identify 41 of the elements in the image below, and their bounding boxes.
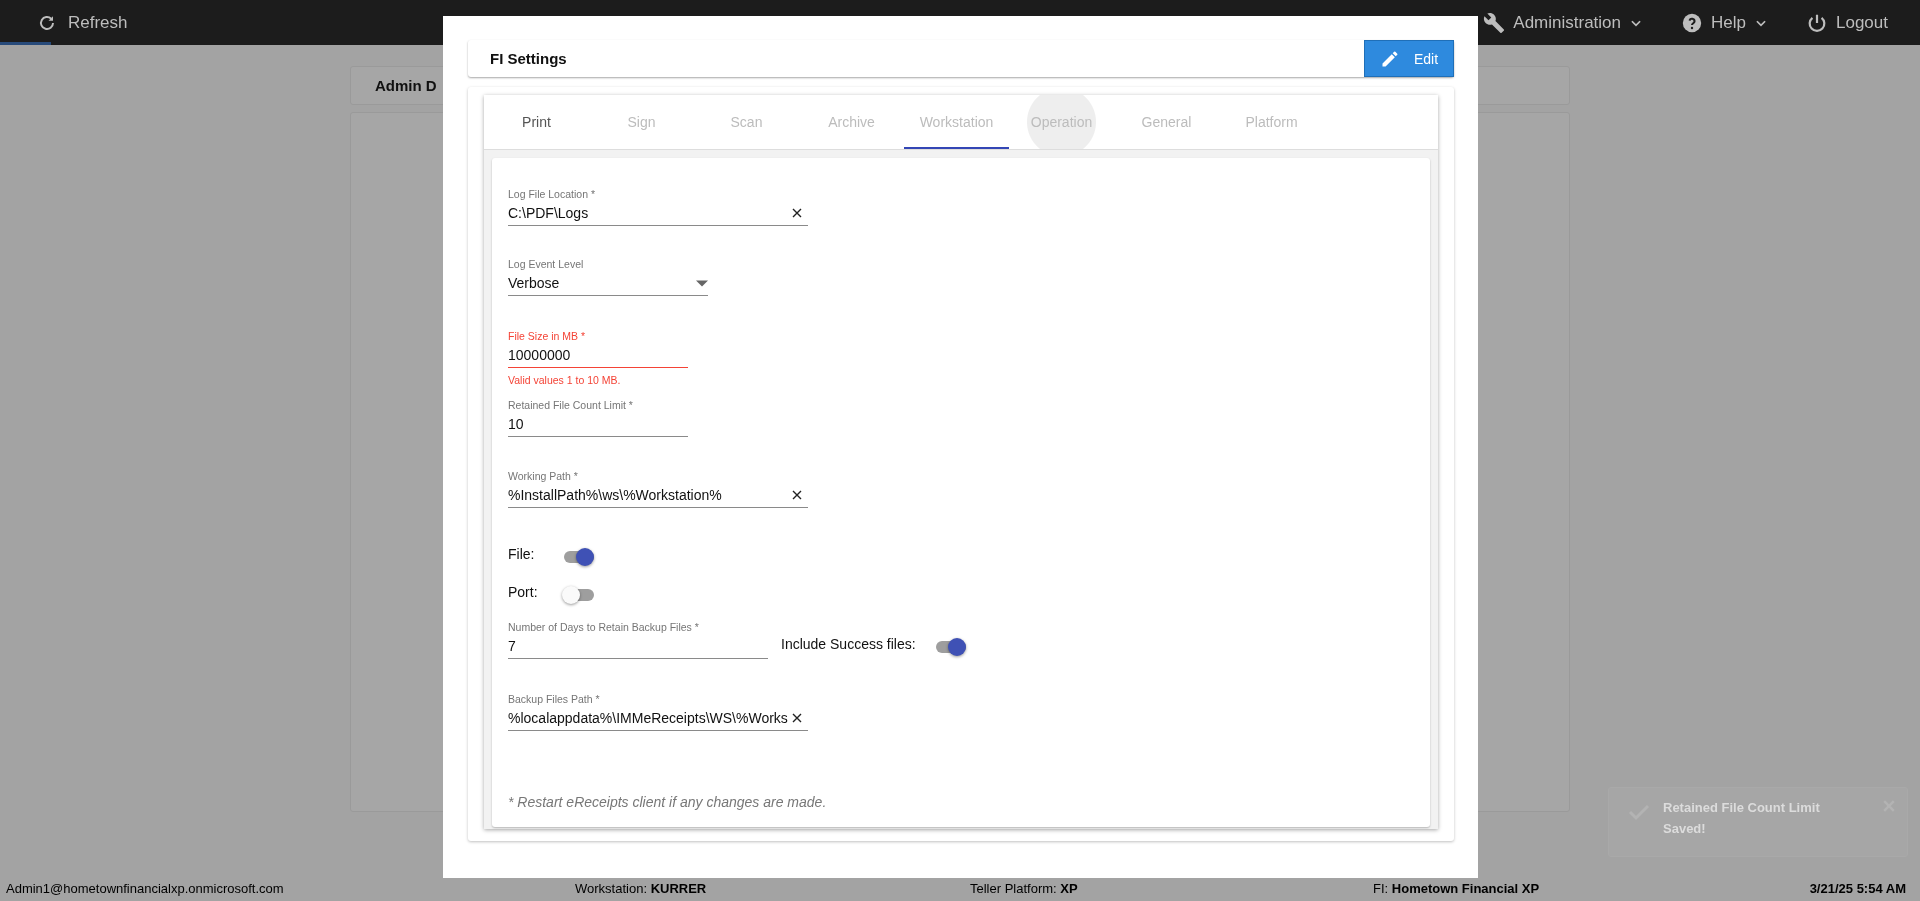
help-icon bbox=[1681, 11, 1704, 34]
tab[interactable]: Print bbox=[484, 95, 589, 149]
input-field[interactable]: 10000000 bbox=[508, 347, 688, 363]
field-label: File Size in MB * bbox=[508, 330, 587, 343]
menu-button[interactable]: Help bbox=[1677, 7, 1772, 38]
toggle-label: Port: bbox=[508, 584, 538, 600]
field-label: Log Event Level bbox=[508, 258, 585, 271]
status-item: Workstation: KURRER bbox=[575, 880, 708, 896]
refresh-button[interactable]: Refresh bbox=[32, 8, 134, 37]
wrench-icon bbox=[1483, 11, 1506, 34]
field-label: Number of Days to Retain Backup Files * bbox=[508, 621, 700, 634]
dialog-title: FI Settings bbox=[490, 50, 567, 67]
toggle-label: File: bbox=[508, 546, 535, 562]
input-field[interactable]: C:\PDF\Logs bbox=[508, 205, 790, 221]
toggle-switch[interactable] bbox=[935, 641, 966, 653]
field-label: Working Path * bbox=[508, 470, 579, 483]
edit-button[interactable]: Edit bbox=[1364, 40, 1454, 77]
clear-button[interactable] bbox=[790, 488, 804, 502]
toggle-switch[interactable] bbox=[564, 551, 594, 563]
toggle-label: Include Success files: bbox=[781, 636, 916, 652]
menu-button[interactable]: Administration bbox=[1479, 7, 1648, 38]
status-item: FI: Hometown Financial XP bbox=[1373, 880, 1541, 896]
input-field[interactable]: 7 bbox=[508, 638, 768, 654]
user-email: Admin1@hometownfinancialxp.onmicrosoft.com bbox=[6, 880, 285, 896]
menu-button[interactable]: Logout bbox=[1802, 7, 1892, 38]
error-message: Valid values 1 to 10 MB. bbox=[508, 374, 622, 386]
clear-button[interactable] bbox=[790, 206, 804, 220]
field-label: Log File Location * bbox=[508, 188, 596, 201]
input-field[interactable]: %localappdata%\IMMeReceipts\WS\%Works bbox=[508, 710, 790, 726]
input-field[interactable]: 10 bbox=[508, 416, 688, 432]
input-field[interactable]: %InstallPath%\ws\%Workstation% bbox=[508, 487, 790, 503]
clear-button[interactable] bbox=[790, 711, 804, 725]
field-label: Retained File Count Limit * bbox=[508, 399, 634, 412]
date-time: 3/21/25 5:54 AM bbox=[1809, 880, 1906, 896]
field-label: Backup Files Path * bbox=[508, 693, 601, 706]
toggle-switch[interactable] bbox=[564, 589, 594, 601]
select-field[interactable]: Verbose bbox=[508, 275, 696, 291]
refresh-icon bbox=[38, 13, 56, 32]
status-item: Teller Platform: XP bbox=[970, 880, 1079, 896]
restart-note: * Restart eReceipts client if any changes are made. bbox=[508, 794, 828, 810]
card-title: Admin D bbox=[375, 77, 437, 94]
